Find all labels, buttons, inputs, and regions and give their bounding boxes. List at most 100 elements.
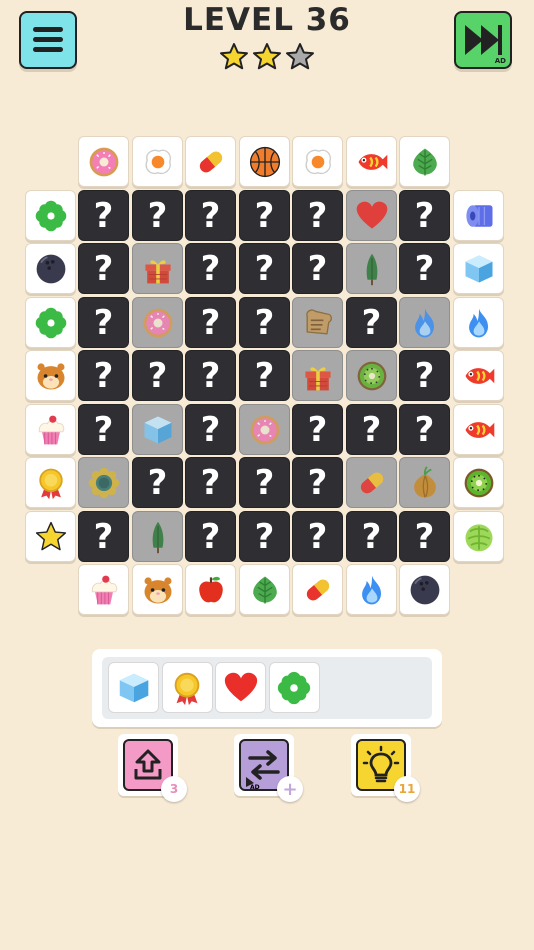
fish-icon <box>358 153 387 170</box>
hidden-tile-mark: ? <box>414 409 435 450</box>
hidden-tile-mark: ? <box>414 248 435 289</box>
hidden-tile: ? <box>399 350 450 401</box>
tray-slot-medal <box>161 662 213 713</box>
level-stars <box>220 43 314 70</box>
ice-cube-icon <box>465 255 492 282</box>
hidden-tile-mark: ? <box>414 195 435 236</box>
shuffle-add-badge[interactable]: + <box>277 776 303 802</box>
hidden-tile-mark: ? <box>254 355 275 396</box>
tile-fried-egg[interactable] <box>132 136 183 187</box>
star-icon <box>286 43 314 70</box>
tile-leaf[interactable] <box>239 564 290 615</box>
cypress-tree-icon <box>152 521 163 553</box>
medal-icon <box>174 672 200 705</box>
tile-hamster[interactable] <box>25 350 76 401</box>
cupcake-icon <box>38 415 64 444</box>
tile-heart <box>346 190 397 241</box>
hidden-tile-mark: ? <box>254 462 275 503</box>
tile-blue-flame[interactable] <box>346 564 397 615</box>
hidden-tile-mark: ? <box>414 516 435 557</box>
tile-basketball[interactable] <box>239 136 290 187</box>
pill-icon <box>306 579 329 600</box>
hidden-tile-mark: ? <box>200 355 221 396</box>
tile-fish[interactable] <box>453 404 504 455</box>
hidden-tile: ? <box>185 190 236 241</box>
tile-donut[interactable] <box>78 136 129 187</box>
ad-label: AD <box>494 57 506 65</box>
onion-icon <box>413 465 436 498</box>
shuffle-button[interactable]: AD + <box>234 734 303 802</box>
tile-kiwi <box>346 350 397 401</box>
tile-cypress-tree <box>346 243 397 294</box>
tile-star[interactable] <box>25 511 76 562</box>
hidden-tile: ? <box>346 404 397 455</box>
hidden-tile-mark: ? <box>200 302 221 343</box>
hidden-tile-mark: ? <box>93 409 114 450</box>
fried-egg-icon <box>305 149 331 174</box>
tile-ice-cube[interactable] <box>453 243 504 294</box>
hidden-tile: ? <box>239 190 290 241</box>
hint-button[interactable]: 11 <box>351 734 420 802</box>
hidden-tile: ? <box>185 297 236 348</box>
hidden-tile: ? <box>78 243 129 294</box>
hidden-tile-mark: ? <box>254 195 275 236</box>
tile-toilet-paper[interactable] <box>453 190 504 241</box>
hidden-tile-mark: ? <box>93 516 114 557</box>
tile-kiwi[interactable] <box>453 457 504 508</box>
tile-leaf[interactable] <box>399 136 450 187</box>
blue-flame-icon <box>361 575 381 604</box>
toast-icon <box>305 308 332 334</box>
tile-pill[interactable] <box>185 136 236 187</box>
tray-slot-clover <box>268 662 320 713</box>
hidden-tile: ? <box>239 297 290 348</box>
tile-clover[interactable] <box>25 297 76 348</box>
tile-hamster[interactable] <box>132 564 183 615</box>
tile-bowling-ball[interactable] <box>25 243 76 294</box>
tile-lettuce[interactable] <box>453 511 504 562</box>
skip-level-ad-button[interactable]: AD <box>454 11 512 69</box>
ice-cube-icon <box>119 673 148 702</box>
hidden-tile-mark: ? <box>147 355 168 396</box>
tile-pill[interactable] <box>292 564 343 615</box>
hidden-tile-mark: ? <box>307 248 328 289</box>
tile-fish[interactable] <box>453 350 504 401</box>
star-icon <box>35 521 66 550</box>
fish-icon <box>465 421 494 438</box>
hidden-tile: ? <box>346 297 397 348</box>
hidden-tile-mark: ? <box>147 462 168 503</box>
hidden-tile: ? <box>239 511 290 562</box>
hidden-tile: ? <box>399 243 450 294</box>
hidden-tile: ? <box>292 243 343 294</box>
cypress-tree-icon <box>366 253 377 285</box>
tile-bowling-ball[interactable] <box>399 564 450 615</box>
hidden-tile-mark: ? <box>254 516 275 557</box>
tile-sunflower <box>78 457 129 508</box>
hidden-tile-mark: ? <box>93 248 114 289</box>
pill-icon <box>360 472 383 493</box>
menu-icon-bar <box>33 47 63 52</box>
tile-apple[interactable] <box>185 564 236 615</box>
tile-medal[interactable] <box>25 457 76 508</box>
hidden-tile: ? <box>132 350 183 401</box>
hidden-tile-mark: ? <box>147 195 168 236</box>
undo-button[interactable]: 3 <box>118 734 187 802</box>
tile-cupcake[interactable] <box>78 564 129 615</box>
sunflower-icon <box>88 467 119 498</box>
tile-cupcake[interactable] <box>25 404 76 455</box>
tile-blue-flame[interactable] <box>453 297 504 348</box>
hidden-tile: ? <box>185 243 236 294</box>
tile-clover[interactable] <box>25 190 76 241</box>
hidden-tile: ? <box>132 457 183 508</box>
hidden-tile-mark: ? <box>93 195 114 236</box>
tray-slots <box>102 657 432 719</box>
tile-toast <box>292 297 343 348</box>
cupcake-icon <box>91 575 117 604</box>
hidden-tile: ? <box>132 190 183 241</box>
clover-icon <box>35 307 66 338</box>
tile-fish[interactable] <box>346 136 397 187</box>
hidden-tile: ? <box>239 350 290 401</box>
hidden-tile-mark: ? <box>307 516 328 557</box>
tile-fried-egg[interactable] <box>292 136 343 187</box>
hidden-tile: ? <box>185 511 236 562</box>
undo-count-badge: 3 <box>161 776 187 802</box>
